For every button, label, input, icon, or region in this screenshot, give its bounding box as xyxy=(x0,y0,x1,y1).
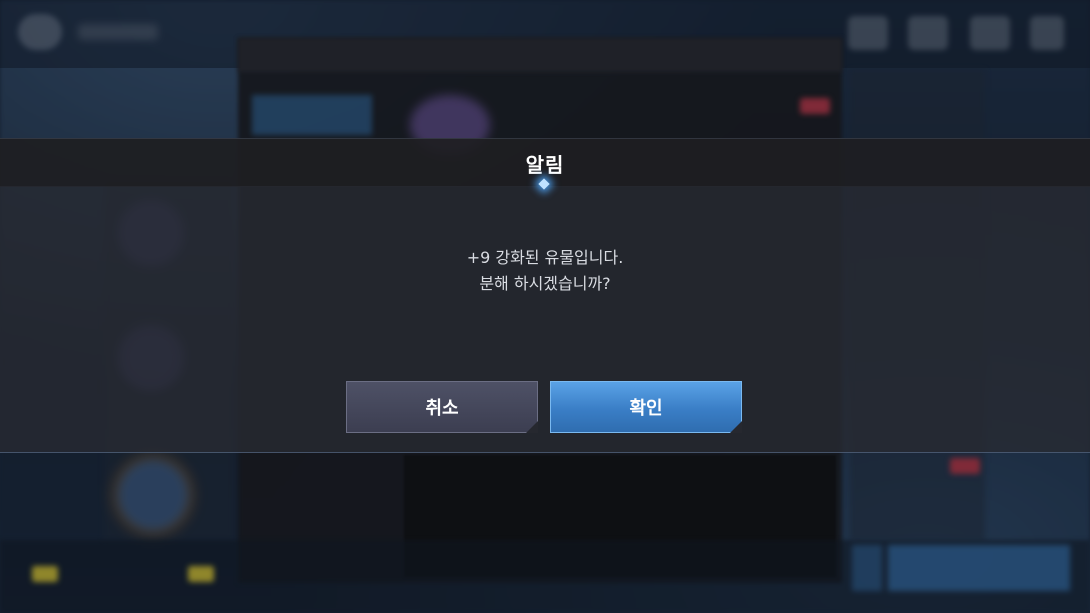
dialog-message-line2: 분해 하시겠습니까? xyxy=(479,274,611,293)
cancel-button-label: 취소 xyxy=(425,398,459,419)
dialog-message-line1: +9 강화된 유물입니다. xyxy=(466,248,624,267)
button-corner-notch xyxy=(526,421,538,433)
dialog-body xyxy=(0,186,1090,453)
confirm-button-label: 확인 xyxy=(629,398,663,419)
cancel-button[interactable]: 취소 xyxy=(346,381,538,433)
button-corner-notch xyxy=(730,421,742,433)
confirm-button[interactable]: 확인 xyxy=(550,381,742,433)
dialog-title: 알림 xyxy=(525,153,565,177)
